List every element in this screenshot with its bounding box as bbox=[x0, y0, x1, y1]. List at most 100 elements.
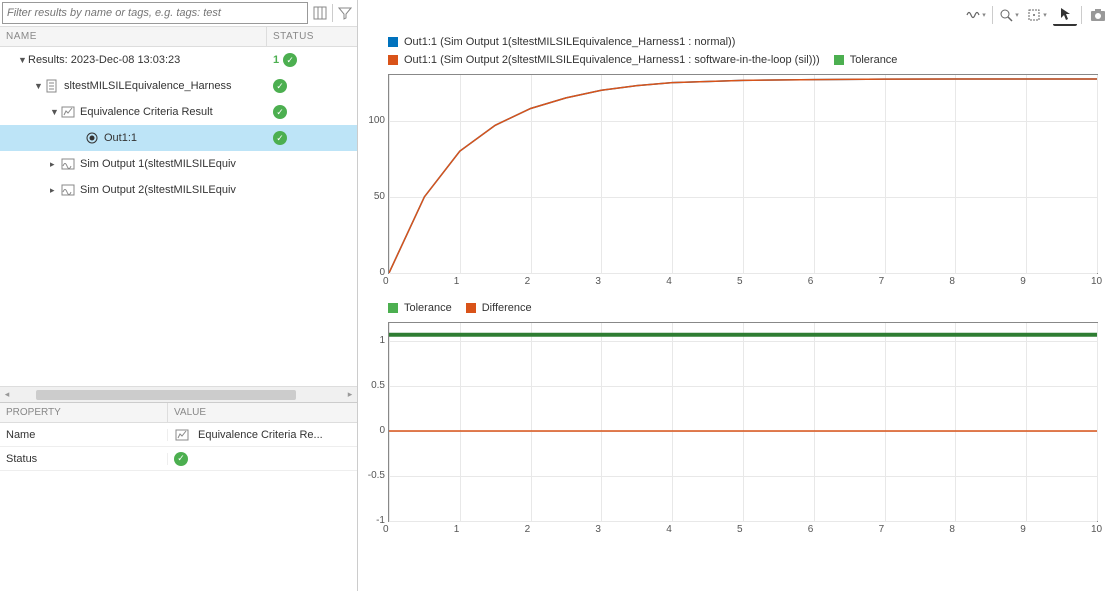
expand-arrow-icon[interactable]: ▼ bbox=[18, 55, 28, 65]
y-tick-label: 50 bbox=[357, 191, 385, 202]
check-icon: ✓ bbox=[273, 131, 287, 145]
legend-swatch bbox=[466, 303, 476, 313]
check-icon: ✓ bbox=[283, 53, 297, 67]
tree-row[interactable]: ▼Results: 2023-Dec-08 13:03:231✓ bbox=[0, 47, 357, 73]
legend-swatch bbox=[388, 303, 398, 313]
prop-header: PROPERTY VALUE bbox=[0, 403, 357, 423]
legend-item: Out1:1 (Sim Output 2(sltestMILSILEquival… bbox=[388, 52, 820, 68]
tree-row[interactable]: ▼ Equivalence Criteria Result ✓ bbox=[0, 99, 357, 125]
plot-toolbar bbox=[358, 0, 1118, 30]
expand-arrow-icon[interactable]: ▼ bbox=[50, 107, 60, 117]
x-tick-label: 1 bbox=[454, 276, 460, 287]
prop-header-property[interactable]: PROPERTY bbox=[0, 403, 168, 422]
tree-body: ▼Results: 2023-Dec-08 13:03:231✓▼sltestM… bbox=[0, 47, 357, 386]
x-tick-label: 10 bbox=[1091, 276, 1102, 287]
h-scrollbar[interactable]: ◂ ▸ bbox=[0, 386, 357, 402]
criteria-icon bbox=[174, 427, 190, 443]
x-tick-label: 4 bbox=[666, 524, 672, 535]
col-header-name[interactable]: NAME bbox=[0, 27, 267, 46]
tree-label: Equivalence Criteria Result bbox=[80, 106, 213, 118]
tree-row[interactable]: ▸Sim Output 2(sltestMILSILEquiv bbox=[0, 177, 357, 203]
divider bbox=[992, 6, 993, 24]
x-tick-label: 9 bbox=[1020, 524, 1026, 535]
prop-value: Equivalence Criteria Re... bbox=[198, 429, 323, 441]
prop-name: Name bbox=[0, 429, 168, 441]
right-panel: Out1:1 (Sim Output 1(sltestMILSILEquival… bbox=[358, 0, 1118, 591]
x-tick-label: 5 bbox=[737, 276, 743, 287]
x-tick-label: 7 bbox=[879, 276, 885, 287]
y-tick-label: 100 bbox=[357, 115, 385, 126]
tree-row[interactable]: Out1:1 ✓ bbox=[0, 125, 357, 151]
property-row[interactable]: Name Equivalence Criteria Re... bbox=[0, 423, 357, 447]
criteria-icon bbox=[60, 104, 76, 120]
zoom-button[interactable] bbox=[997, 4, 1021, 26]
y-tick-label: 0.5 bbox=[357, 380, 385, 391]
legend-swatch bbox=[388, 55, 398, 65]
chart1-legend: Out1:1 (Sim Output 1(sltestMILSILEquival… bbox=[388, 34, 1098, 70]
doc-icon bbox=[44, 78, 60, 94]
chart-area: Out1:1 (Sim Output 1(sltestMILSILEquival… bbox=[358, 30, 1118, 591]
check-icon: ✓ bbox=[273, 79, 287, 93]
x-tick-label: 3 bbox=[595, 524, 601, 535]
legend-swatch bbox=[388, 37, 398, 47]
tree-row[interactable]: ▸ Sim Output 1(sltestMILSILEquiv bbox=[0, 151, 357, 177]
snapshot-button[interactable] bbox=[1086, 4, 1110, 26]
x-tick-label: 8 bbox=[949, 276, 955, 287]
y-tick-label: 1 bbox=[357, 335, 385, 346]
expand-arrow-icon[interactable]: ▼ bbox=[34, 81, 44, 91]
scroll-thumb[interactable] bbox=[36, 390, 296, 400]
property-row[interactable]: Status ✓ bbox=[0, 447, 357, 471]
divider bbox=[332, 4, 333, 22]
filter-input[interactable] bbox=[2, 2, 308, 24]
legend-label: Out1:1 (Sim Output 1(sltestMILSILEquival… bbox=[404, 34, 735, 50]
y-tick-label: 0 bbox=[357, 267, 385, 278]
x-tick-label: 3 bbox=[595, 276, 601, 287]
x-tick-label: 6 bbox=[808, 524, 814, 535]
x-tick-label: 8 bbox=[949, 524, 955, 535]
prop-header-value[interactable]: VALUE bbox=[168, 403, 357, 422]
chart2-legend: Tolerance Difference bbox=[388, 300, 1098, 318]
columns-icon[interactable] bbox=[310, 3, 330, 23]
chart1[interactable]: 050100 bbox=[388, 74, 1098, 274]
filter-icon[interactable] bbox=[335, 3, 355, 23]
x-tick-label: 2 bbox=[525, 524, 531, 535]
x-tick-label: 5 bbox=[737, 524, 743, 535]
tree-header: NAME STATUS bbox=[0, 26, 357, 47]
x-tick-label: 6 bbox=[808, 276, 814, 287]
tree-label: Results: 2023-Dec-08 13:03:23 bbox=[28, 54, 180, 66]
check-icon: ✓ bbox=[273, 105, 287, 119]
x-tick-label: 9 bbox=[1020, 276, 1026, 287]
signal-icon bbox=[60, 182, 76, 198]
check-icon: ✓ bbox=[174, 452, 188, 466]
pointer-button[interactable] bbox=[1053, 4, 1077, 26]
property-panel: PROPERTY VALUE Name Equivalence Criteria … bbox=[0, 402, 357, 591]
chart2[interactable]: -1-0.500.51 bbox=[388, 322, 1098, 522]
filter-row bbox=[0, 0, 357, 26]
x-tick-label: 2 bbox=[525, 276, 531, 287]
legend-item: Tolerance bbox=[834, 52, 898, 68]
signal-type-button[interactable] bbox=[964, 4, 988, 26]
legend-swatch bbox=[834, 55, 844, 65]
legend-label: Tolerance bbox=[404, 300, 452, 316]
tree-row[interactable]: ▼ sltestMILSILEquivalence_Harness ✓ bbox=[0, 73, 357, 99]
divider bbox=[1081, 6, 1082, 24]
expand-arrow-icon[interactable]: ▸ bbox=[50, 185, 60, 196]
x-tick-label: 4 bbox=[666, 276, 672, 287]
legend-label: Out1:1 (Sim Output 2(sltestMILSILEquival… bbox=[404, 52, 820, 68]
x-tick-label: 0 bbox=[383, 276, 389, 287]
legend-item: Out1:1 (Sim Output 1(sltestMILSILEquival… bbox=[388, 34, 735, 50]
tree-label: sltestMILSILEquivalence_Harness bbox=[64, 80, 232, 92]
x-tick-label: 10 bbox=[1091, 524, 1102, 535]
col-header-status[interactable]: STATUS bbox=[267, 27, 357, 46]
tree-label: Out1:1 bbox=[104, 132, 137, 144]
tree-label: Sim Output 1(sltestMILSILEquiv bbox=[80, 158, 236, 170]
x-tick-label: 1 bbox=[454, 524, 460, 535]
radio-icon bbox=[84, 130, 100, 146]
fit-button[interactable] bbox=[1025, 4, 1049, 26]
expand-arrow-icon[interactable]: ▸ bbox=[50, 159, 60, 170]
y-tick-label: -0.5 bbox=[357, 470, 385, 481]
legend-item: Tolerance bbox=[388, 300, 452, 316]
prop-name: Status bbox=[0, 453, 168, 465]
left-panel: NAME STATUS ▼Results: 2023-Dec-08 13:03:… bbox=[0, 0, 358, 591]
legend-item: Difference bbox=[466, 300, 532, 316]
